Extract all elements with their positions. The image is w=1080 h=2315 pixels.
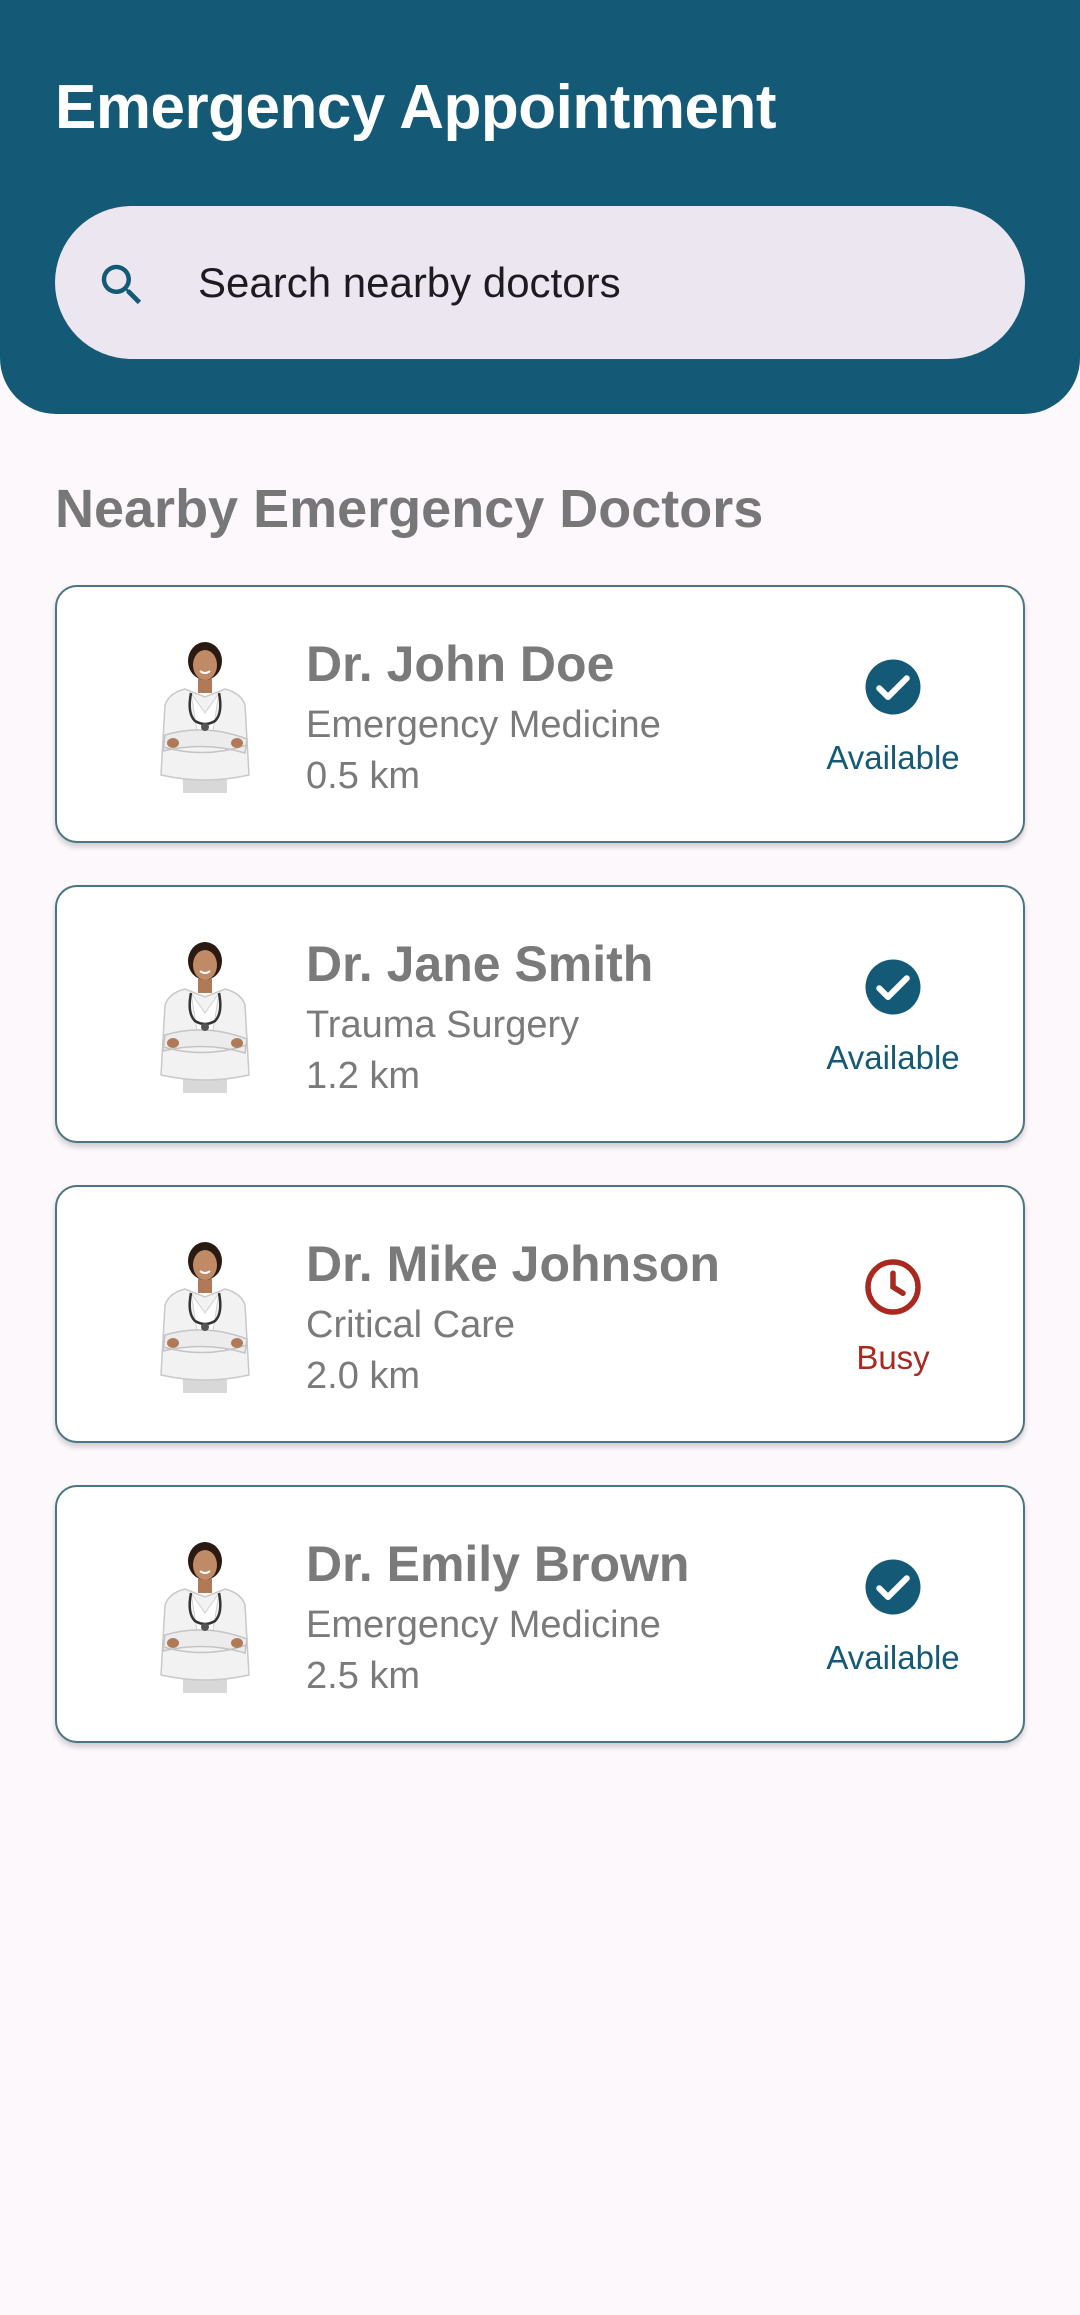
page-title: Emergency Appointment [55,73,776,142]
doctor-avatar [125,635,285,795]
check-circle-icon [865,1559,921,1615]
check-circle-icon [865,959,921,1015]
doctor-specialty: Emergency Medicine [306,1604,661,1646]
doctor-name: Dr. Emily Brown [306,1536,690,1592]
doctor-card[interactable]: Dr. Jane Smith Trauma Surgery 1.2 km Ava… [55,885,1025,1143]
doctor-distance: 2.5 km [306,1655,421,1697]
doctor-avatar [125,1535,285,1695]
doctor-card[interactable]: Dr. Emily Brown Emergency Medicine 2.5 k… [55,1485,1025,1743]
doctor-specialty: Emergency Medicine [306,704,661,746]
doctor-distance: 1.2 km [306,1055,421,1097]
doctor-name: Dr. John Doe [306,636,615,692]
doctor-card[interactable]: Dr. John Doe Emergency Medicine 0.5 km A… [55,585,1025,843]
doctor-avatar [125,1235,285,1395]
doctor-specialty: Critical Care [306,1304,516,1346]
status-label: Busy [856,1339,930,1376]
section-title: Nearby Emergency Doctors [55,479,764,539]
check-circle-icon [865,659,921,715]
status-label: Available [826,1039,960,1076]
doctor-distance: 2.0 km [306,1355,421,1397]
clock-icon [865,1259,921,1315]
app-header: Emergency Appointment [0,0,1080,414]
doctor-distance: 0.5 km [306,755,421,797]
status-label: Available [826,739,960,776]
doctor-avatar [125,935,285,1095]
doctor-name: Dr. Mike Johnson [306,1236,720,1292]
status-label: Available [826,1639,960,1676]
doctor-card[interactable]: Dr. Mike Johnson Critical Care 2.0 km Bu… [55,1185,1025,1443]
search-icon[interactable] [95,258,149,312]
doctor-specialty: Trauma Surgery [306,1004,580,1046]
search-input[interactable] [198,206,978,359]
search-bar[interactable] [55,206,1025,359]
doctor-name: Dr. Jane Smith [306,936,654,992]
